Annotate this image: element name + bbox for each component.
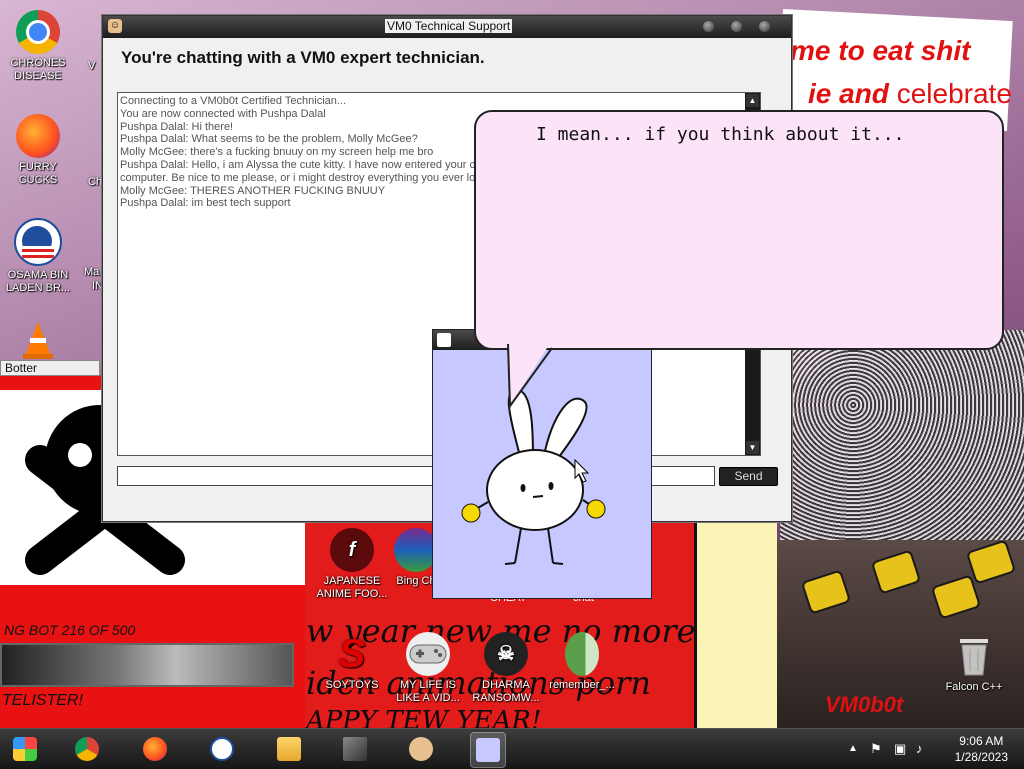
desktop-icon-remember[interactable]: remember_... [544, 632, 620, 692]
bunny-icon [476, 738, 500, 762]
taskbar-monitor[interactable] [338, 732, 372, 766]
flag-icon[interactable]: ⚑ [870, 741, 882, 757]
chat-window-titlebar[interactable]: ☺ VM0 Technical Support [103, 16, 791, 38]
brand-watermark: VM0b0t [825, 692, 904, 717]
chat-message: Connecting to a VM0b0t Certified Technic… [120, 95, 347, 107]
desktop-icon-furry[interactable]: FURRY CUCKS [0, 114, 76, 187]
bot-counter: NG BOT 216 OF 500 [4, 622, 136, 638]
taskbar-chrome[interactable] [70, 732, 104, 766]
maximize-button[interactable] [731, 21, 742, 32]
start-orb-icon [13, 737, 37, 761]
network-icon[interactable]: ▣ [894, 741, 906, 757]
chrome-icon [75, 737, 99, 761]
firefox-icon [16, 114, 60, 158]
obama-logo-icon [210, 737, 234, 761]
technician-icon: ☺ [108, 19, 122, 33]
bot-footer-text: TELISTER! [2, 692, 83, 709]
technician-icon [409, 737, 433, 761]
desktop-icon-japanese-anime[interactable]: f JAPANESE ANIME FOO... [314, 528, 390, 601]
close-button[interactable] [759, 21, 770, 32]
bunny-icon [437, 333, 451, 347]
taskbar-bunny[interactable] [470, 732, 506, 768]
banner-line-3: APPY TEW YEAR! [306, 706, 542, 728]
taskbar: ▲ ⚑ ▣ ♪ 9:06 AM 1/28/2023 [0, 728, 1024, 769]
desktop-icon-dharma[interactable]: ☠ DHARMA RANSOMW... [468, 632, 544, 705]
taskbar-obama[interactable] [205, 732, 239, 766]
taskbar-firefox[interactable] [138, 732, 172, 766]
file-explorer-icon [277, 737, 301, 761]
desktop-icon-falcon[interactable]: Falcon C++ [936, 634, 1012, 694]
desktop-icon-chrones[interactable]: CHRONES DISEASE [0, 10, 76, 83]
notebook-icon [565, 632, 599, 676]
recycle-bin-icon [952, 634, 996, 678]
tray-expand-icon[interactable]: ▲ [848, 743, 858, 754]
traffic-cone-icon [16, 318, 60, 362]
meme-caption-1: me to eat shit [790, 35, 971, 66]
volume-icon[interactable]: ♪ [916, 741, 923, 756]
speech-bubble-text: I mean... if you think about it... [536, 124, 905, 145]
red-s-icon: S [338, 631, 366, 676]
chat-window-title: VM0 Technical Support [385, 19, 513, 33]
skull-icon: ☠ [484, 632, 528, 676]
obama-logo-icon [14, 218, 62, 266]
gamepad-icon [406, 632, 450, 676]
desktop-icon-my-life[interactable]: MY LIFE IS LIKE A VID... [390, 632, 466, 705]
minimize-button[interactable] [703, 21, 714, 32]
chat-heading: You're chatting with a VM0 expert techni… [121, 48, 485, 67]
yellow-cartoon [694, 520, 777, 728]
scroll-up-icon[interactable]: ▲ [746, 94, 759, 107]
clock-date: 1/28/2023 [954, 750, 1008, 764]
firefox-icon [143, 737, 167, 761]
desktop-icon-cone[interactable] [0, 318, 76, 365]
desktop-icon-soytoys[interactable]: S SOYTOYS [314, 632, 390, 692]
chrome-icon [16, 10, 60, 54]
scroll-down-icon[interactable]: ▼ [746, 441, 759, 454]
taskbar-explorer[interactable] [272, 732, 306, 766]
start-button[interactable] [8, 732, 42, 766]
clock[interactable]: 9:06 AM 1/28/2023 [955, 733, 1008, 765]
speech-bubble-tail [507, 340, 553, 409]
speech-bubble: I mean... if you think about it... [474, 110, 1004, 350]
clock-time: 9:06 AM [959, 734, 1004, 748]
bot-progress-bar [0, 643, 294, 687]
send-button[interactable]: Send [719, 467, 778, 486]
partial-icon-label-2: Ma [84, 266, 100, 278]
taskbar-technician[interactable] [404, 732, 438, 766]
desktop-icon-osama[interactable]: OSAMA BIN LADEN BR... [0, 218, 76, 295]
flash-icon: f [330, 528, 374, 572]
meme-caption-2: ie and celebrate [808, 78, 1012, 109]
monitor-icon [343, 737, 367, 761]
